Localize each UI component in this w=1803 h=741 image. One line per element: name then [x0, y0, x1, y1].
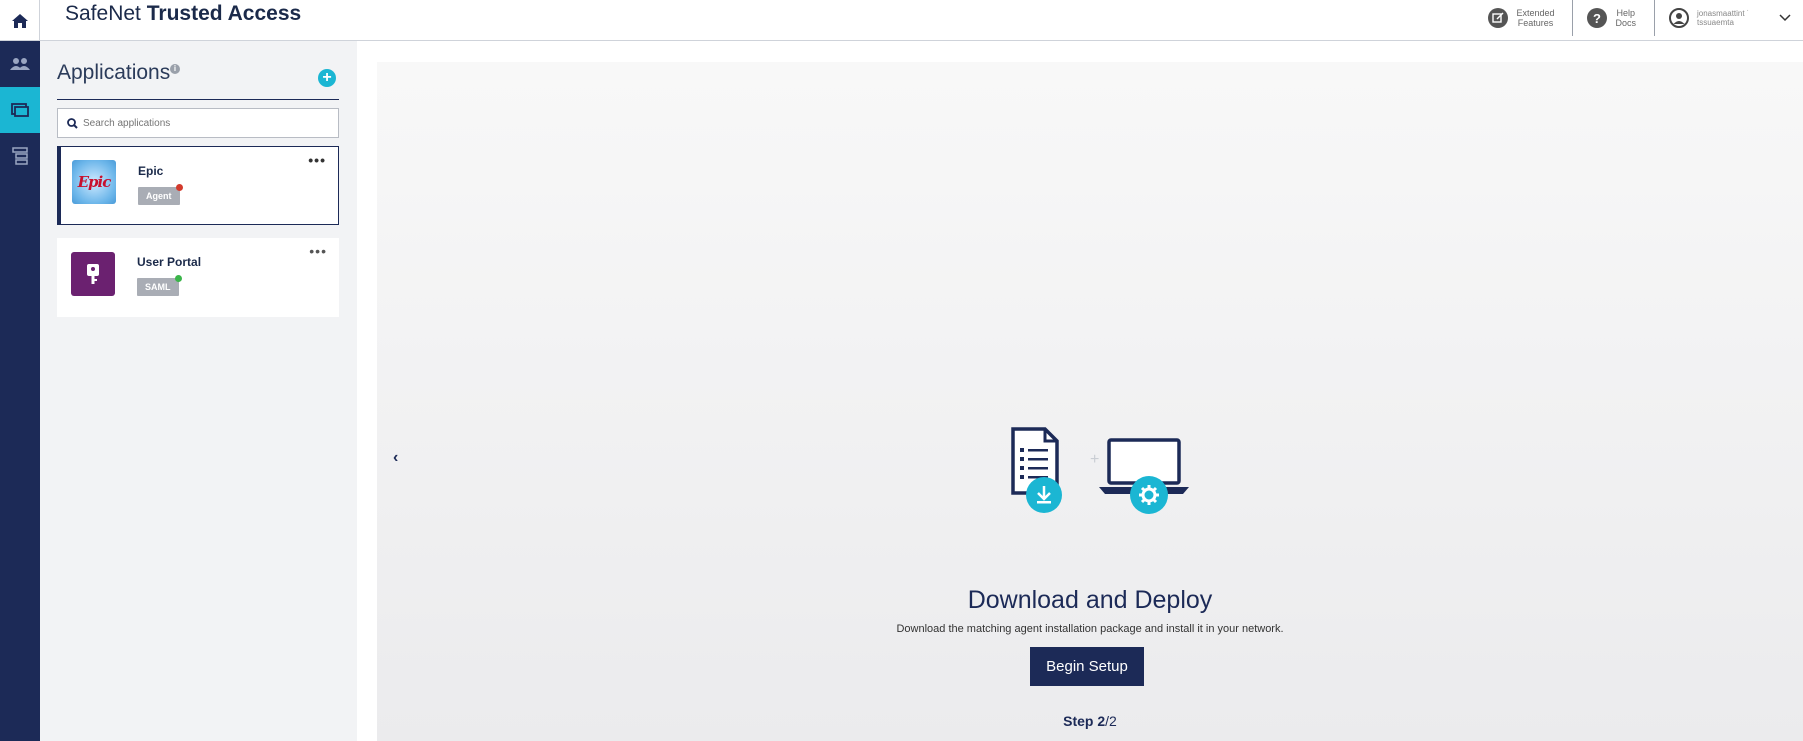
deploy-illustration: + — [993, 407, 1193, 557]
status-dot-ok — [174, 275, 182, 282]
search-input[interactable] — [83, 117, 323, 129]
app-name: User Portal — [137, 255, 202, 269]
help-docs-link[interactable]: ? Help Docs — [1573, 0, 1655, 36]
more-options-button[interactable]: ••• — [308, 153, 326, 167]
app-name: Epic — [138, 164, 164, 178]
applications-icon — [11, 103, 29, 117]
deploy-description: Download the matching agent installation… — [896, 623, 1284, 635]
applications-header: Applications i + — [57, 58, 339, 100]
info-icon[interactable]: i — [170, 64, 180, 74]
app-type-label: SAML — [145, 282, 171, 292]
nav-policies[interactable] — [0, 133, 40, 179]
top-right-menu: Extended Features ? Help Docs jonasmaatt… — [1474, 0, 1803, 36]
user-portal-logo — [71, 252, 115, 296]
deploy-title: Download and Deploy — [967, 586, 1213, 614]
help-icon: ? — [1587, 8, 1608, 28]
applications-sidebar: Applications i + Epic Epic Agent ••• — [40, 41, 357, 741]
extended-features-label-2: Features — [1517, 18, 1554, 28]
nav-users[interactable] — [0, 41, 40, 87]
user-avatar-icon — [1669, 8, 1689, 28]
help-docs-label-2: Docs — [1615, 18, 1636, 28]
step-total: /2 — [1105, 713, 1117, 729]
search-box — [57, 108, 339, 138]
applications-title: Applications — [57, 61, 171, 84]
app-brand[interactable]: SafeNet Trusted Access — [65, 0, 301, 27]
home-icon — [11, 13, 28, 28]
previous-step-button[interactable]: ‹ — [393, 449, 398, 467]
brand-light: SafeNet — [65, 2, 141, 25]
step-indicator: Step 2/2 — [377, 713, 1803, 729]
external-edit-icon — [1488, 8, 1509, 28]
brand-bold: Trusted Access — [146, 2, 302, 25]
download-icon — [1026, 477, 1062, 513]
more-options-button[interactable]: ••• — [309, 244, 327, 258]
svg-text:?: ? — [1594, 11, 1602, 26]
epic-logo: Epic — [72, 160, 116, 204]
settings-gear-icon — [1130, 476, 1168, 514]
step-current: Step 2 — [1063, 713, 1106, 729]
app-card-user-portal[interactable]: User Portal SAML ••• — [57, 238, 339, 317]
app-type-label: Agent — [146, 191, 172, 201]
epic-logo-text: Epic — [77, 173, 112, 191]
policies-icon — [12, 147, 28, 165]
help-docs-label-1: Help — [1616, 8, 1635, 18]
left-nav-rail — [0, 41, 40, 741]
app-type-badge: SAML — [137, 275, 182, 296]
top-bar: SafeNet Trusted Access Extended Features… — [0, 0, 1803, 41]
user-menu[interactable]: jonasmaattint ˙ tssuaemta — [1655, 0, 1803, 36]
add-application-button[interactable]: + — [318, 69, 336, 87]
status-dot-error — [175, 184, 183, 191]
user-account: tssuaemta — [1697, 18, 1734, 27]
extended-features-link[interactable]: Extended Features — [1474, 0, 1574, 36]
key-icon — [87, 264, 99, 284]
users-icon — [10, 58, 30, 70]
search-icon — [67, 117, 78, 129]
app-card-epic[interactable]: Epic Epic Agent ••• — [57, 146, 339, 225]
app-type-badge: Agent — [138, 184, 183, 205]
user-name: jonasmaattint ˙ — [1697, 9, 1750, 18]
home-button[interactable] — [0, 0, 40, 41]
main-content: ‹ + Download and Deploy Download the mat… — [377, 62, 1803, 741]
begin-setup-button[interactable]: Begin Setup — [1030, 647, 1144, 686]
chevron-down-icon[interactable] — [1779, 14, 1791, 22]
plus-sign: + — [1090, 451, 1099, 468]
extended-features-label-1: Extended — [1516, 8, 1555, 18]
nav-applications[interactable] — [0, 87, 40, 133]
